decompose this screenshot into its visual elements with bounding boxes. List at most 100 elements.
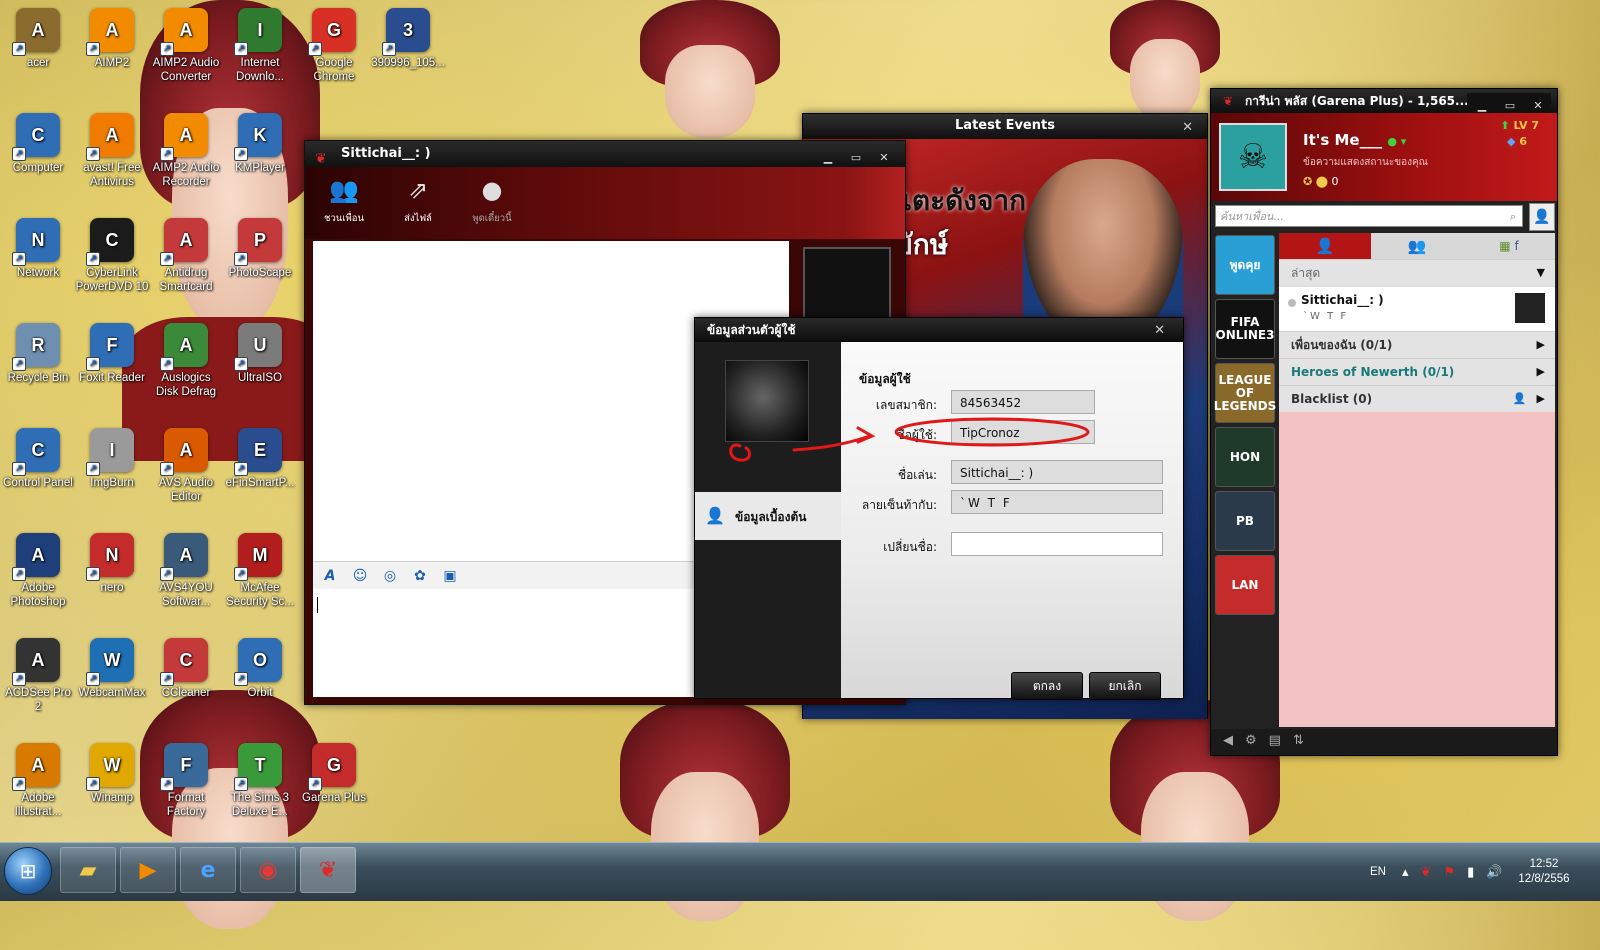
taskbar-media-player[interactable]: ▶ [120, 847, 176, 893]
game-tile[interactable]: HON [1215, 427, 1275, 487]
online-status-icon[interactable]: ● ▾ [1387, 135, 1406, 148]
show-hidden-icons-icon[interactable]: ▴ [1402, 864, 1409, 880]
taskbar-explorer[interactable]: ▰ [60, 847, 116, 893]
game-tile[interactable]: LAN [1215, 555, 1275, 615]
taskbar-garena[interactable]: ❦ [300, 847, 356, 893]
close-icon[interactable]: ✕ [1182, 116, 1193, 140]
desktop-icon[interactable]: A ↗ Adobe Illustrat... [1, 739, 75, 819]
message-icon[interactable]: ▤ [1269, 733, 1281, 748]
desktop-icon[interactable]: A ↗ Antidrug Smartcard [149, 214, 223, 294]
latest-events-title-bar[interactable]: Latest Events ✕ [803, 114, 1207, 138]
profile-avatar[interactable]: ☠ [1219, 123, 1287, 191]
tab-social[interactable]: ▦ f [1463, 233, 1555, 259]
tab-friends[interactable]: 👤 [1279, 233, 1371, 259]
invite-friend-button[interactable]: 👥 ชวนเพื่อน [309, 175, 379, 226]
desktop-icon[interactable]: A ↗ AIMP2 Audio Recorder [149, 109, 223, 189]
desktop-icon[interactable]: M ↗ McAfee Security Sc... [223, 529, 297, 609]
friend-avatar[interactable] [803, 247, 891, 323]
desktop-icon[interactable]: E ↗ eFinSmartP... [223, 424, 297, 490]
desktop-icon[interactable]: A ↗ AVS4YOU Softwar... [149, 529, 223, 609]
desktop-icon[interactable]: A ↗ Adobe Photoshop [1, 529, 75, 609]
user-info-title-bar[interactable]: ข้อมูลส่วนตัวผู้ใช้ ✕ [695, 318, 1183, 342]
minimize-icon[interactable]: ▁ [1469, 98, 1495, 113]
start-button[interactable]: ⊞ [4, 847, 52, 895]
desktop-icon[interactable]: C ↗ CCleaner [149, 634, 223, 700]
sticker-icon[interactable]: ✿ [409, 565, 431, 587]
group-my-friends[interactable]: เพื่อนของฉัน (0/1) ▶ [1279, 331, 1555, 358]
desktop-icon[interactable]: G ↗ Google Chrome [297, 4, 371, 84]
desktop-icon[interactable]: C ↗ CyberLink PowerDVD 10 [75, 214, 149, 294]
shortcut-arrow-icon: ↗ [234, 357, 248, 371]
chat-title-bar[interactable]: ❦ Sittichai__: ) ▁ ▭ ✕ [305, 141, 905, 167]
clock[interactable]: 12:52 12/8/2556 [1504, 843, 1584, 901]
friend-item[interactable]: Sittichai__: ) `W T F [1279, 286, 1555, 331]
game-tile[interactable]: PB [1215, 491, 1275, 551]
ok-button[interactable]: ตกลง [1011, 672, 1083, 700]
desktop-icon[interactable]: C ↗ Control Panel [1, 424, 75, 490]
desktop-icon[interactable]: P ↗ PhotoScape [223, 214, 297, 280]
friend-search-input[interactable]: ค้นหาเพื่อน... ⌕ [1215, 205, 1523, 227]
desktop-icon[interactable]: F ↗ Format Factory [149, 739, 223, 819]
desktop-icon[interactable]: A ↗ Auslogics Disk Defrag [149, 319, 223, 399]
desktop-icon[interactable]: A ↗ acer [1, 4, 75, 70]
profile-status[interactable]: ข้อความแสดงสถานะของคุณ [1303, 155, 1428, 170]
desktop-icon[interactable]: A ↗ avast! Free Antivirus [75, 109, 149, 189]
desktop-icon[interactable]: C ↗ Computer [1, 109, 75, 175]
emoticon-icon[interactable]: ☺ [349, 565, 371, 587]
desktop-icon[interactable]: A ↗ AIMP2 Audio Converter [149, 4, 223, 84]
desktop-icon[interactable]: G ↗ Garena Plus [297, 739, 371, 805]
taskbar-chrome[interactable]: ◉ [240, 847, 296, 893]
desktop-icon[interactable]: A ↗ AVS Audio Editor [149, 424, 223, 504]
voice-chat-button[interactable]: ● พูดเดี๋ยวนี้ [457, 175, 527, 226]
transfer-icon[interactable]: ⇅ [1293, 733, 1304, 748]
desktop-icon[interactable]: K ↗ KMPlayer [223, 109, 297, 175]
desktop-icon[interactable]: R ↗ Recycle Bin [1, 319, 75, 385]
close-icon[interactable]: ✕ [1154, 319, 1165, 343]
group-blacklist[interactable]: Blacklist (0) 👤 ▶ [1279, 385, 1555, 412]
language-indicator[interactable]: EN [1370, 843, 1386, 901]
wink-icon[interactable]: ◎ [379, 565, 401, 587]
desktop-icon[interactable]: F ↗ Foxit Reader [75, 319, 149, 385]
desktop-icon[interactable]: A ↗ AIMP2 [75, 4, 149, 70]
minimize-icon[interactable]: ▁ [815, 150, 841, 166]
close-icon[interactable]: ✕ [1525, 98, 1551, 113]
desktop-icon[interactable]: O ↗ Orbit [223, 634, 297, 700]
tab-groups[interactable]: 👥 [1371, 233, 1463, 259]
desktop-icon[interactable]: A ↗ ACDSee Pro 2 [1, 634, 75, 714]
desktop-icon[interactable]: 3 ↗ 390996_105... [371, 4, 445, 70]
app-icon: F ↗ [86, 323, 134, 371]
send-file-button[interactable]: ⇗ ส่งไฟล์ [383, 175, 453, 226]
desktop-icon[interactable]: W ↗ Winamp [75, 739, 149, 805]
taskbar-internet-explorer[interactable]: e [180, 847, 236, 893]
desktop-icon[interactable]: N ↗ Network [1, 214, 75, 280]
cancel-button[interactable]: ยกเลิก [1089, 672, 1161, 700]
volume-icon[interactable]: 🔊 [1486, 864, 1502, 880]
game-tile[interactable]: LEAGUE OF LEGENDS [1214, 363, 1276, 423]
maximize-icon[interactable]: ▭ [1497, 98, 1523, 113]
desktop-icon[interactable]: T ↗ The Sims 3 Deluxe E... [223, 739, 297, 819]
search-icon[interactable]: ⌕ [1510, 206, 1516, 228]
desktop-icon[interactable]: U ↗ UltraISO [223, 319, 297, 385]
gear-icon[interactable]: ⚙ [1245, 733, 1257, 748]
nav-basic-info[interactable]: 👤 ข้อมูลเบื้องต้น [695, 492, 841, 540]
back-icon[interactable]: ◀ [1223, 733, 1233, 748]
maximize-icon[interactable]: ▭ [843, 150, 869, 166]
garena-title-bar[interactable]: ❦ การีน่า พลัส (Garena Plus) - 1,565... … [1211, 89, 1557, 113]
game-tile[interactable]: พูดคุย [1215, 235, 1275, 295]
screenshot-icon[interactable]: ▣ [439, 565, 461, 587]
profile-name[interactable]: It's Me___ ● ▾ [1303, 131, 1406, 149]
desktop-icon[interactable]: I ↗ ImgBurn [75, 424, 149, 490]
flag-icon[interactable]: ⚑ [1443, 864, 1455, 880]
garena-tray-icon[interactable]: ❦ [1421, 864, 1432, 880]
add-friend-button[interactable]: 👤 [1529, 203, 1555, 231]
desktop-icon[interactable]: N ↗ nero [75, 529, 149, 595]
rename-input[interactable] [951, 532, 1163, 556]
font-icon[interactable]: A [319, 565, 341, 587]
group-heroes-of-newerth[interactable]: Heroes of Newerth (0/1) ▶ [1279, 358, 1555, 385]
desktop-icon[interactable]: I ↗ Internet Downlo... [223, 4, 297, 84]
network-icon[interactable]: ▮ [1467, 864, 1474, 880]
close-icon[interactable]: ✕ [871, 150, 897, 166]
recent-header[interactable]: ล่าสุด ▼ [1279, 259, 1555, 286]
game-tile[interactable]: FIFA ONLINE3 [1215, 299, 1275, 359]
desktop-icon[interactable]: W ↗ WebcamMax [75, 634, 149, 700]
